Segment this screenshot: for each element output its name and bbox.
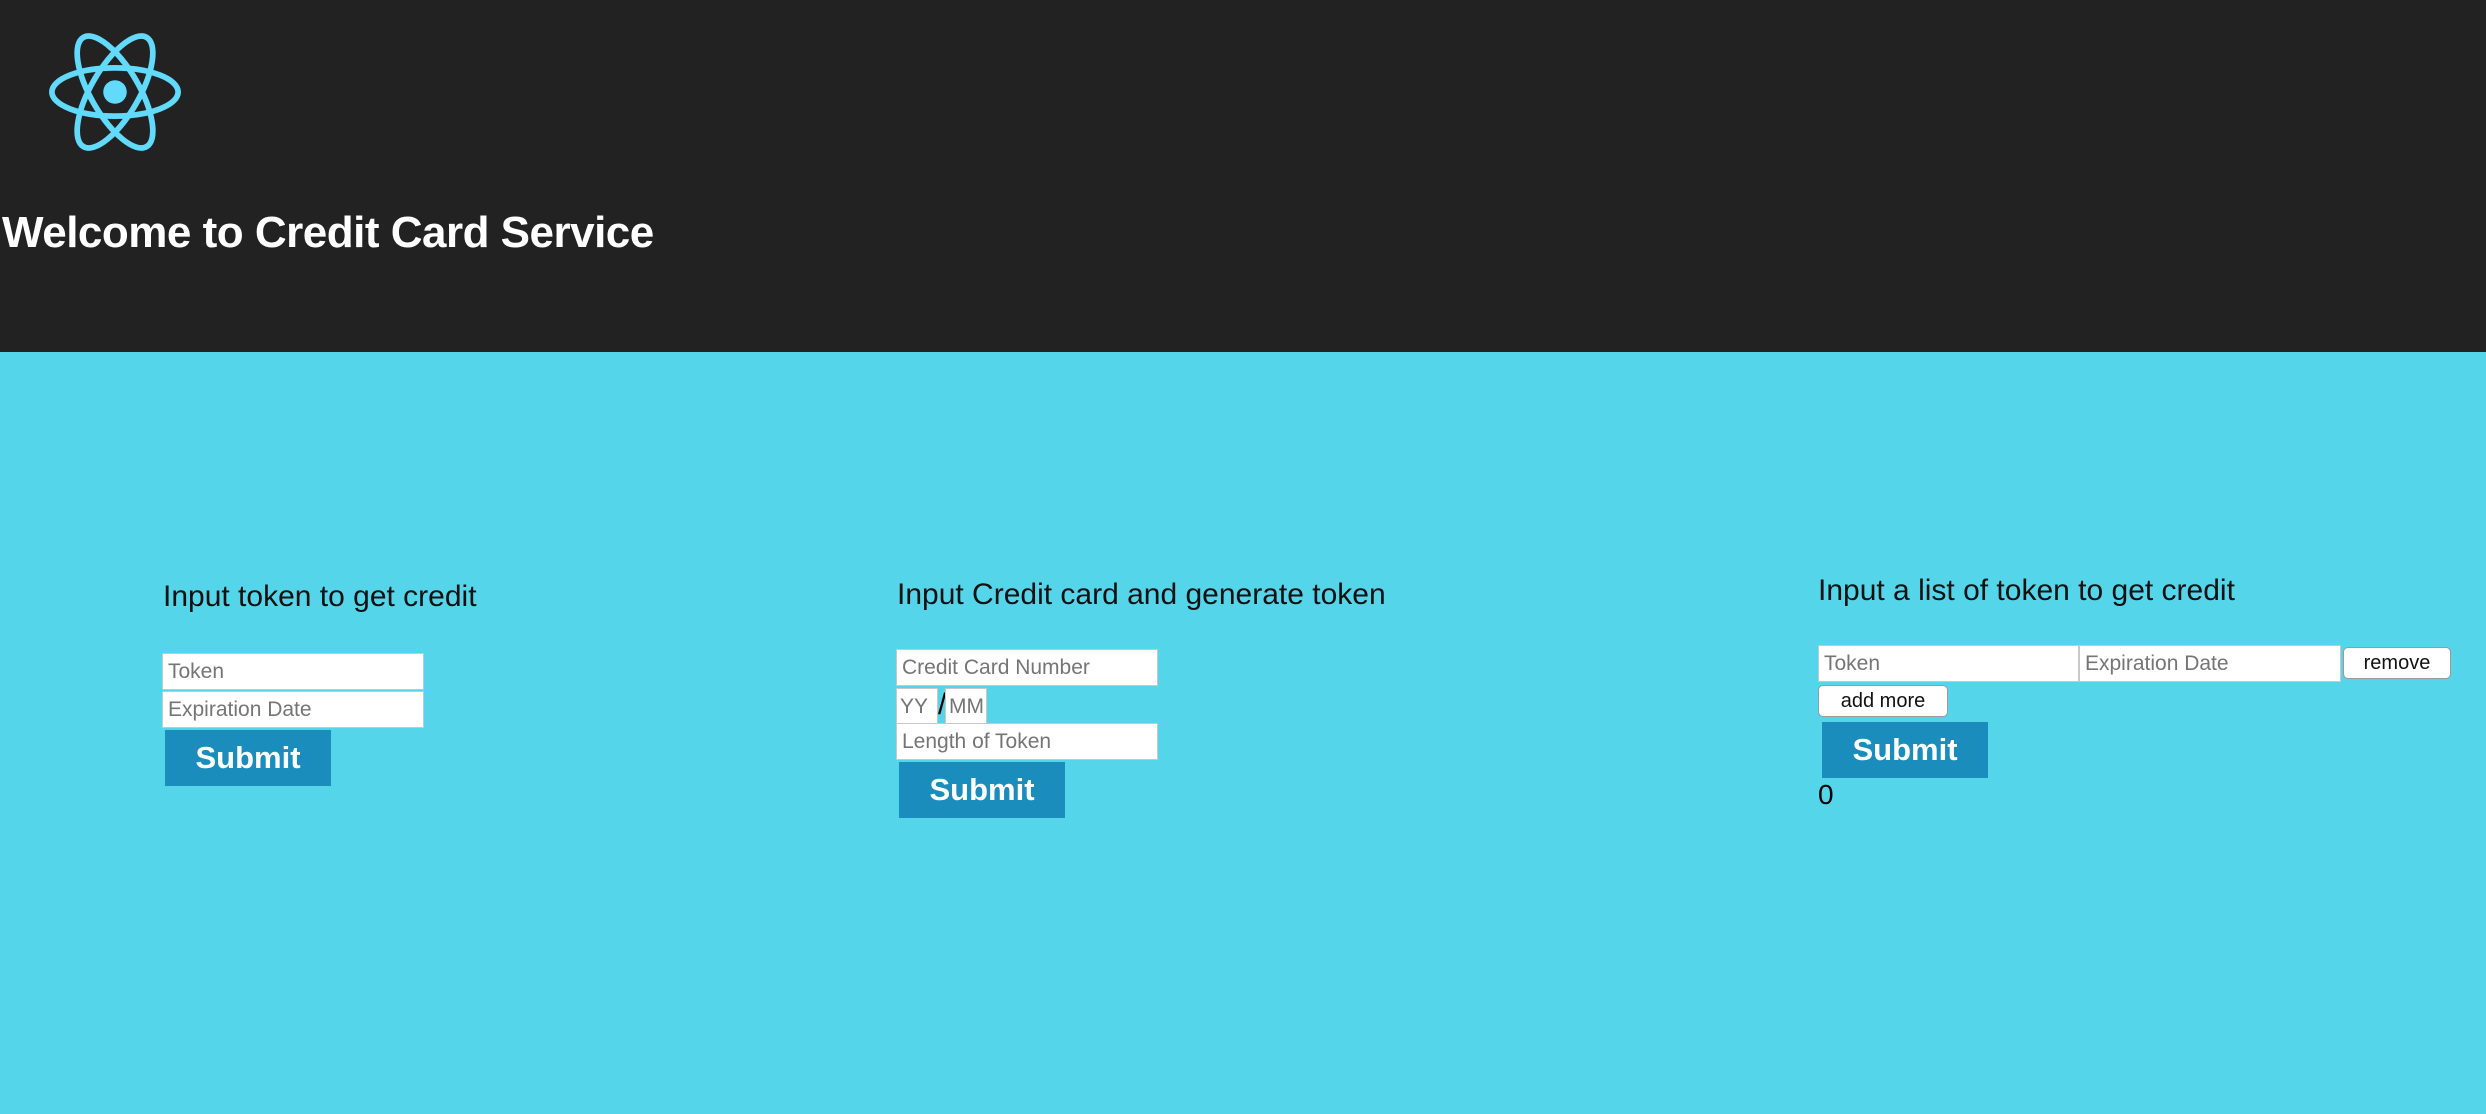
- remove-button[interactable]: remove: [2343, 647, 2451, 679]
- main-content: Input token to get credit Submit Input C…: [0, 352, 2486, 1114]
- credit-card-number-input[interactable]: [896, 649, 1158, 686]
- get-credit-heading: Input token to get credit: [163, 580, 477, 613]
- expiry-month-input[interactable]: [945, 688, 987, 725]
- token-list-panel: Input a list of token to get credit: [1818, 574, 2235, 608]
- credit-result-value: 0: [1818, 779, 1834, 810]
- generate-token-panel: Input Credit card and generate token: [897, 578, 1386, 612]
- react-atom-icon: [49, 33, 181, 151]
- token-list-token-input[interactable]: [1818, 645, 2079, 682]
- token-input[interactable]: [162, 653, 424, 690]
- token-length-input[interactable]: [896, 723, 1158, 760]
- token-list-submit-button[interactable]: Submit: [1822, 722, 1988, 778]
- generate-token-submit-button[interactable]: Submit: [899, 762, 1065, 818]
- app-header: Welcome to Credit Card Service: [0, 0, 2486, 352]
- token-list-expiration-input[interactable]: [2079, 645, 2341, 682]
- expiration-date-input[interactable]: [162, 691, 424, 728]
- get-credit-submit-button[interactable]: Submit: [165, 730, 331, 786]
- page-title: Welcome to Credit Card Service: [2, 208, 654, 257]
- token-list-heading: Input a list of token to get credit: [1818, 574, 2235, 607]
- generate-token-heading: Input Credit card and generate token: [897, 578, 1386, 611]
- add-more-button[interactable]: add more: [1818, 685, 1948, 717]
- get-credit-panel: Input token to get credit: [163, 580, 477, 614]
- expiry-year-input[interactable]: [896, 688, 938, 725]
